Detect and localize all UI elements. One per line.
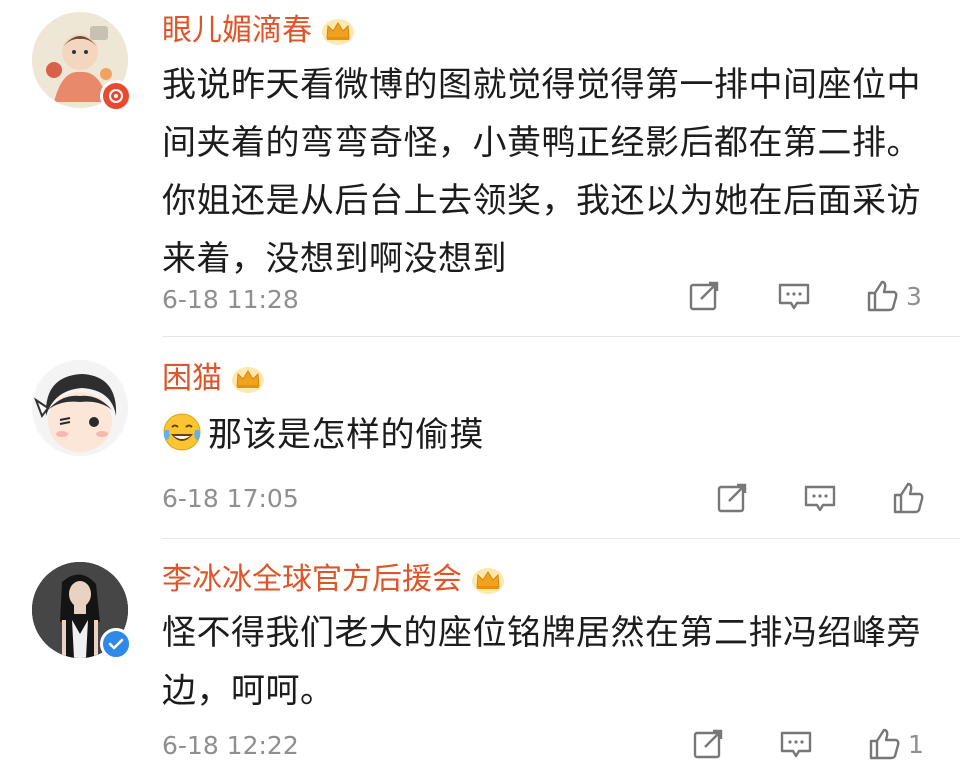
red-badge-icon [100, 80, 132, 112]
repost-icon[interactable] [686, 278, 722, 314]
like-icon[interactable] [866, 726, 902, 762]
timestamp: 6-18 11:28 [162, 285, 299, 314]
like-icon[interactable] [864, 278, 900, 314]
like-count: 3 [906, 281, 922, 311]
comment-text-row: 那该是怎样的偷摸 [162, 406, 942, 464]
timestamp: 6-18 12:22 [162, 731, 299, 760]
repost-icon[interactable] [714, 480, 750, 516]
username[interactable]: 李冰冰全球官方后援会 [162, 565, 462, 595]
avatar[interactable] [32, 360, 128, 456]
crown-icon [232, 367, 264, 393]
comment-icon[interactable] [776, 278, 812, 314]
divider [162, 538, 960, 539]
comment-text: 我说昨天看微博的图就觉得觉得第一排中间座位中间夹着的弯弯奇怪，小黄鸭正经影后都在… [162, 65, 921, 279]
comment-icon[interactable] [778, 726, 814, 762]
timestamp: 6-18 17:05 [162, 484, 299, 513]
like-count: 1 [908, 729, 924, 759]
verified-badge-icon [100, 628, 132, 660]
like-icon[interactable] [890, 480, 926, 516]
username[interactable]: 眼儿媚滴春 [162, 16, 312, 46]
username[interactable]: 困猫 [162, 364, 222, 394]
comment-icon[interactable] [802, 480, 838, 516]
crown-icon [472, 568, 504, 594]
laughing-tears-emoji-icon [163, 413, 201, 451]
crown-icon [322, 19, 354, 45]
comment-text: 怪不得我们老大的座位铭牌居然在第二排冯绍峰旁边，呵呵。 [162, 613, 921, 711]
divider [162, 336, 960, 337]
comment-text: 那该是怎样的偷摸 [208, 415, 484, 455]
repost-icon[interactable] [690, 726, 726, 762]
